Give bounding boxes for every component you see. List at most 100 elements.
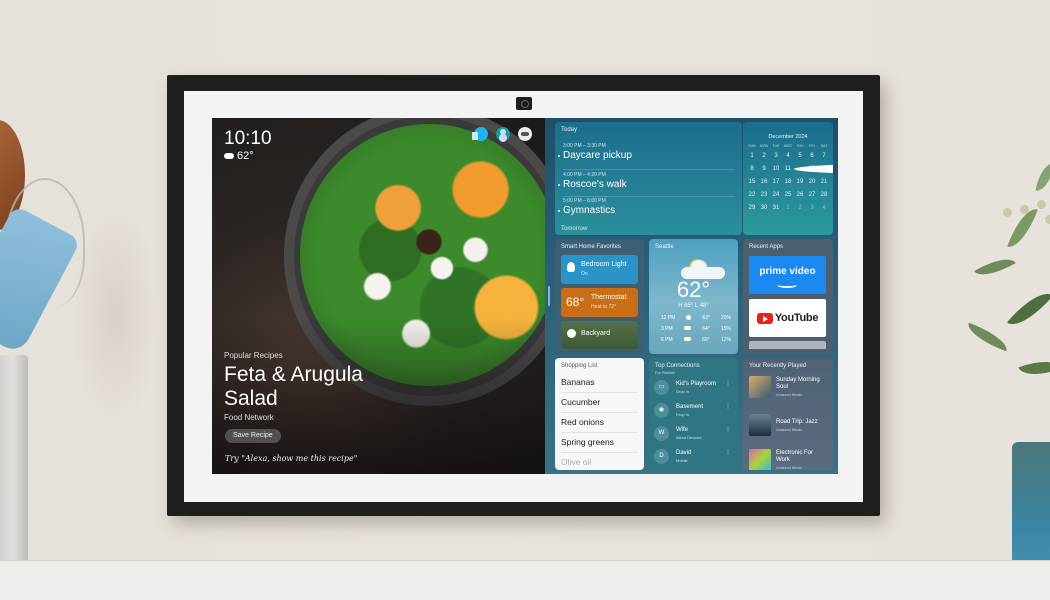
save-recipe-button[interactable]: Save Recipe [225, 429, 281, 443]
calendar-day[interactable]: 1 [782, 203, 794, 213]
calendar-day[interactable]: 2 [794, 203, 806, 213]
calendar-card[interactable]: December 2024 SUN MON TUE WED THU FRI SAT 1 2 3 4 5… [743, 122, 833, 235]
calendar-day[interactable]: 28 [818, 190, 830, 200]
prime-video-app[interactable]: prime video [749, 256, 826, 294]
calendar-day[interactable]: 8 [746, 164, 758, 174]
calendar-day[interactable]: 14 [818, 164, 830, 174]
thermostat-tile[interactable]: 68° Thermostat Heat to 72° [561, 288, 638, 317]
weekday-label: SUN [748, 144, 756, 148]
calendar-day[interactable]: 4 [782, 151, 794, 161]
app-label: YouTube [774, 312, 819, 324]
more-options-icon[interactable]: ⋯ [724, 380, 731, 386]
connection-item[interactable]: ◉ Basement Drop In ⋯ [654, 401, 734, 423]
divider [563, 169, 735, 170]
screen[interactable]: 10:10 62° Popular Recipes Feta & Arugula… [212, 118, 838, 474]
event-item[interactable]: 4:00 PM – 4:20 PM Roscoe's walk [558, 172, 627, 190]
event-item[interactable]: 5:00 PM – 6:00 PM Gymnastics [558, 198, 615, 216]
event-name: Roscoe's walk [563, 179, 627, 190]
calendar-day[interactable]: 16 [758, 177, 770, 187]
calendar-day[interactable]: 11 [782, 164, 794, 174]
recipe-category: Popular Recipes [224, 351, 283, 360]
notification-icon[interactable] [472, 127, 488, 141]
played-item[interactable]: Road Trip: Jazz Amazon Music [749, 414, 829, 440]
played-title: Road Trip: Jazz [776, 419, 818, 425]
calendar-day[interactable]: 30 [758, 203, 770, 213]
weather-high-low: H 65° L 48° [678, 303, 709, 309]
connection-item[interactable]: ▭ Kid's Playroom Drop In ⋯ [654, 378, 734, 400]
calendar-day[interactable]: 18 [782, 177, 794, 187]
list-item[interactable]: Olive oil [561, 453, 638, 470]
thermostat-temp: 68° [566, 295, 585, 309]
profile-avatar[interactable] [496, 127, 510, 141]
recipe-hero[interactable]: 10:10 62° Popular Recipes Feta & Arugula… [212, 118, 545, 474]
calendar-day[interactable]: 27 [806, 190, 818, 200]
calendar-day[interactable]: 1 [746, 151, 758, 161]
utensil-crock [0, 355, 28, 585]
calendar-day[interactable]: 21 [818, 177, 830, 187]
calendar-day[interactable]: 5 [794, 151, 806, 161]
more-options-icon[interactable]: ⋯ [724, 449, 731, 455]
list-item[interactable]: Red onions [561, 413, 638, 433]
device-name: Thermostat [591, 294, 627, 301]
calendar-day[interactable]: 9 [758, 164, 770, 174]
contact-avatar: D [654, 449, 669, 464]
played-title: Sunday Morning Soul [776, 377, 820, 390]
calendar-day[interactable]: 6 [806, 151, 818, 161]
backyard-camera-tile[interactable]: Backyard [561, 321, 638, 349]
forecast-time: 3 PM [661, 326, 673, 332]
recipe-source: Food Network [224, 413, 274, 422]
calendar-day[interactable]: 19 [794, 177, 806, 187]
youtube-app[interactable]: YouTube [749, 299, 826, 337]
forecast-time: 6 PM [661, 337, 673, 343]
calendar-day[interactable]: 3 [806, 203, 818, 213]
list-item[interactable]: Spring greens [561, 433, 638, 453]
current-weather[interactable]: 62° [224, 150, 254, 162]
calendar-day[interactable]: 31 [770, 203, 782, 213]
calendar-day[interactable]: 29 [746, 203, 758, 213]
calendar-day[interactable]: 25 [782, 190, 794, 200]
calendar-day[interactable]: 17 [770, 177, 782, 187]
alexa-hint: Try "Alexa, show me this recipe" [225, 454, 358, 463]
today-card[interactable]: Today 3:00 PM – 3:30 PM Daycare pickup 4… [555, 122, 742, 235]
bedroom-light-tile[interactable]: Bedroom Light On [561, 255, 638, 284]
calendar-day[interactable]: 3 [770, 151, 782, 161]
connection-item[interactable]: D David Mobile ⋯ [654, 447, 734, 469]
panel-drag-handle[interactable] [548, 286, 550, 306]
more-options-icon[interactable]: ⋯ [724, 403, 731, 409]
event-item[interactable]: 3:00 PM – 3:30 PM Daycare pickup [558, 143, 632, 161]
camera-icon [567, 329, 576, 338]
list-item[interactable]: Cucumber [561, 393, 638, 413]
weather-temp: 62° [676, 277, 711, 302]
calendar-day[interactable]: 7 [818, 151, 830, 161]
weather-card[interactable]: Seattle 62° H 65° L 48° 12 PM 62° 20% 3 … [649, 239, 738, 354]
calendar-day[interactable]: 23 [758, 190, 770, 200]
shopping-list-card[interactable]: Shopping List Bananas Cucumber Red onion… [555, 358, 644, 470]
played-source: Amazon Music [776, 427, 803, 432]
calendar-day[interactable]: 10 [770, 164, 782, 174]
camera-privacy-icon[interactable] [518, 127, 532, 141]
calendar-day[interactable]: 2 [758, 151, 770, 161]
connection-detail: Drop In [676, 389, 690, 394]
album-art [749, 414, 771, 436]
list-item[interactable]: Bananas [561, 373, 638, 393]
calendar-day[interactable]: 20 [806, 177, 818, 187]
more-apps-tile[interactable] [749, 341, 826, 349]
calendar-day[interactable]: 22 [746, 190, 758, 200]
connection-detail: Alexa Devices [676, 435, 702, 440]
played-item[interactable]: Sunday Morning Soul Amazon Music [749, 376, 829, 402]
calendar-day[interactable]: 4 [818, 203, 830, 213]
more-options-icon[interactable]: ⋯ [724, 426, 731, 432]
event-time: 5:00 PM – 6:00 PM [563, 198, 606, 204]
divider [563, 196, 735, 197]
calendar-day[interactable]: 13 [806, 164, 818, 174]
played-item[interactable]: Electronic For Work Amazon Music [749, 449, 829, 470]
connection-item[interactable]: W Wife Alexa Devices ⋯ [654, 424, 734, 446]
calendar-day[interactable]: 26 [794, 190, 806, 200]
plant [945, 160, 1050, 450]
connection-detail: Mobile [676, 458, 688, 463]
calendar-day[interactable]: 24 [770, 190, 782, 200]
recipe-title[interactable]: Feta & Arugula Salad [224, 363, 404, 411]
youtube-play-icon [756, 312, 773, 324]
calendar-day[interactable]: 15 [746, 177, 758, 187]
weekday-label: TUE [772, 144, 780, 148]
